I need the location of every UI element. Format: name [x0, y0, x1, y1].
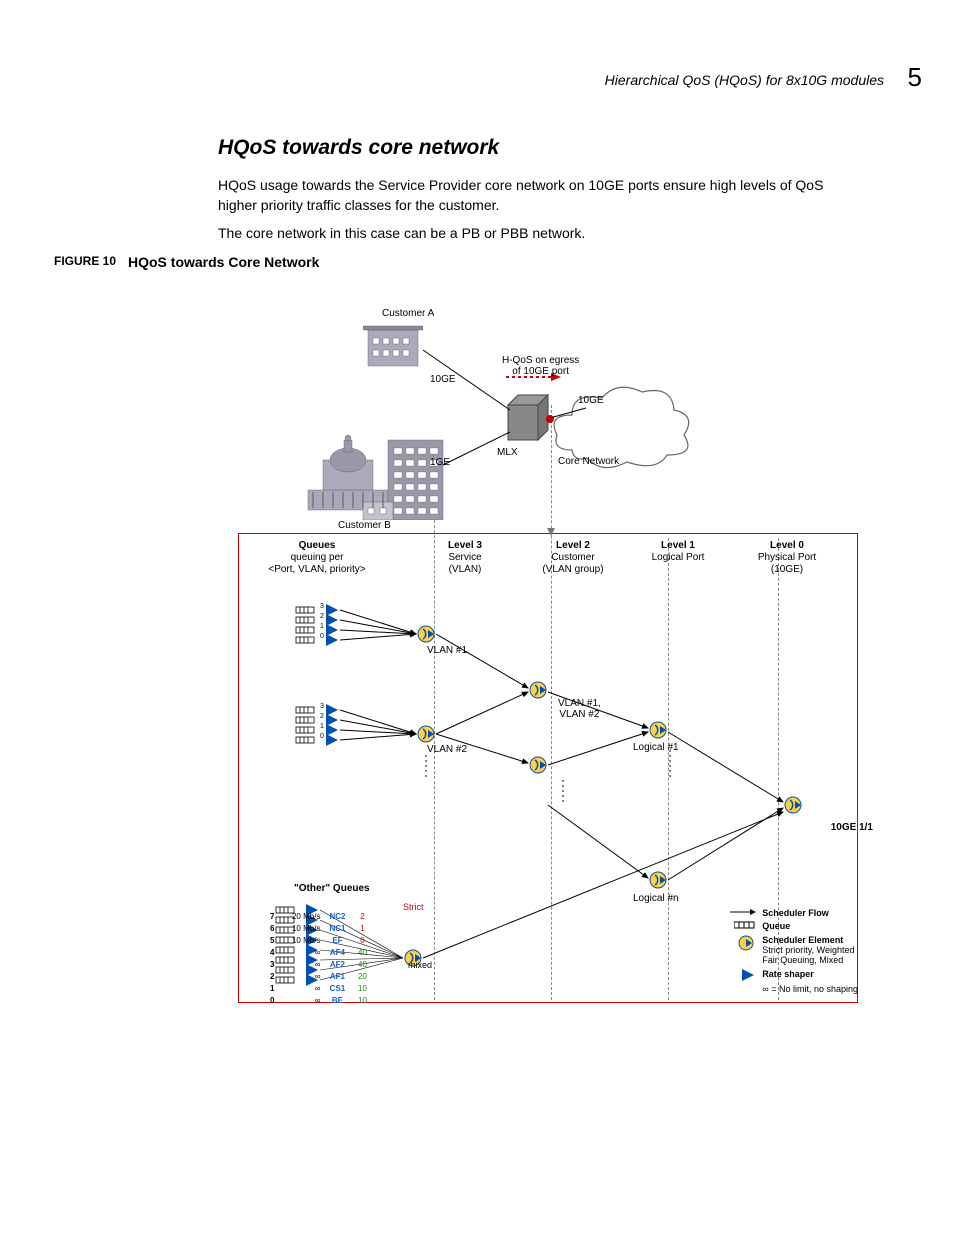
label-10ge: 10GE	[578, 395, 604, 406]
other-queue-row: 2∞AF120	[268, 972, 372, 982]
label-strict: Strict	[403, 902, 424, 912]
label-10ge: 10GE	[430, 374, 456, 385]
other-queue-row: 4∞AF440	[268, 948, 372, 958]
label-customer-b: Customer B	[338, 520, 391, 531]
col-level0: Level 0 Physical Port (10GE)	[732, 540, 842, 576]
label-vlan1: VLAN #1	[427, 645, 467, 656]
svg-text:1: 1	[320, 623, 324, 630]
other-queue-row: 0∞BE10	[268, 996, 372, 1006]
label-customer-a: Customer A	[382, 308, 434, 319]
svg-text:0: 0	[320, 633, 324, 640]
col-queues: Queues queuing per <Port, VLAN, priority…	[252, 540, 382, 576]
label-physical-port: 10GE 1/1	[831, 822, 873, 833]
label-other-queues: "Other" Queues	[294, 883, 370, 894]
col-level1: Level 1 Logical Port	[628, 540, 728, 564]
other-queue-row: 720 Mb/sNC22	[268, 912, 372, 922]
svg-text:3: 3	[320, 603, 324, 610]
svg-text:0: 0	[320, 733, 324, 740]
shaper-icon	[728, 969, 756, 981]
svg-text:2: 2	[320, 613, 324, 620]
figure-diagram: Customer A Customer B 10GE 1GE MLX 10GE …	[238, 280, 878, 1100]
label-vlan-group: VLAN #1,VLAN #2	[558, 698, 601, 720]
label-mixed: mixed	[408, 960, 432, 970]
other-queue-row: 510 Mb/sEF0	[268, 936, 372, 946]
arrow-icon	[728, 908, 756, 916]
link-lines	[238, 280, 878, 540]
running-header: Hierarchical QoS (HQoS) for 8x10G module…	[605, 72, 884, 88]
body-paragraph: The core network in this case can be a P…	[218, 224, 858, 244]
label-logical1: Logical #1	[633, 742, 679, 753]
label-hqos-egress: H-QoS on egressof 10GE port	[502, 355, 579, 377]
svg-text:2: 2	[320, 713, 324, 720]
other-queue-row: 3∞AF240	[268, 960, 372, 970]
body-paragraph: HQoS usage towards the Service Provider …	[218, 176, 858, 215]
legend: Scheduler Flow Queue Scheduler Element S…	[728, 908, 858, 997]
other-queue-row: 1∞CS110	[268, 984, 372, 994]
label-vlan2: VLAN #2	[427, 744, 467, 755]
svg-text:1: 1	[320, 723, 324, 730]
chapter-number: 5	[908, 62, 922, 93]
label-core-network: Core Network	[558, 456, 619, 467]
other-queue-table: 720 Mb/sNC22 610 Mb/sNC11 510 Mb/sEF0 4∞AF4…	[266, 910, 374, 1008]
other-queue-row: 610 Mb/sNC11	[268, 924, 372, 934]
queue-icon	[728, 921, 756, 929]
col-level2: Level 2 Customer (VLAN group)	[518, 540, 628, 576]
label-mlx: MLX	[497, 447, 518, 458]
figure-label: FIGURE 10	[54, 254, 116, 268]
svg-text:3: 3	[320, 703, 324, 710]
section-heading: HQoS towards core network	[218, 136, 499, 160]
col-level3: Level 3 Service (VLAN)	[420, 540, 510, 576]
figure-title: HQoS towards Core Network	[128, 254, 319, 270]
label-logicaln: Logical #n	[633, 893, 679, 904]
scheduler-icon	[728, 935, 756, 951]
label-1ge: 1GE	[430, 457, 450, 468]
